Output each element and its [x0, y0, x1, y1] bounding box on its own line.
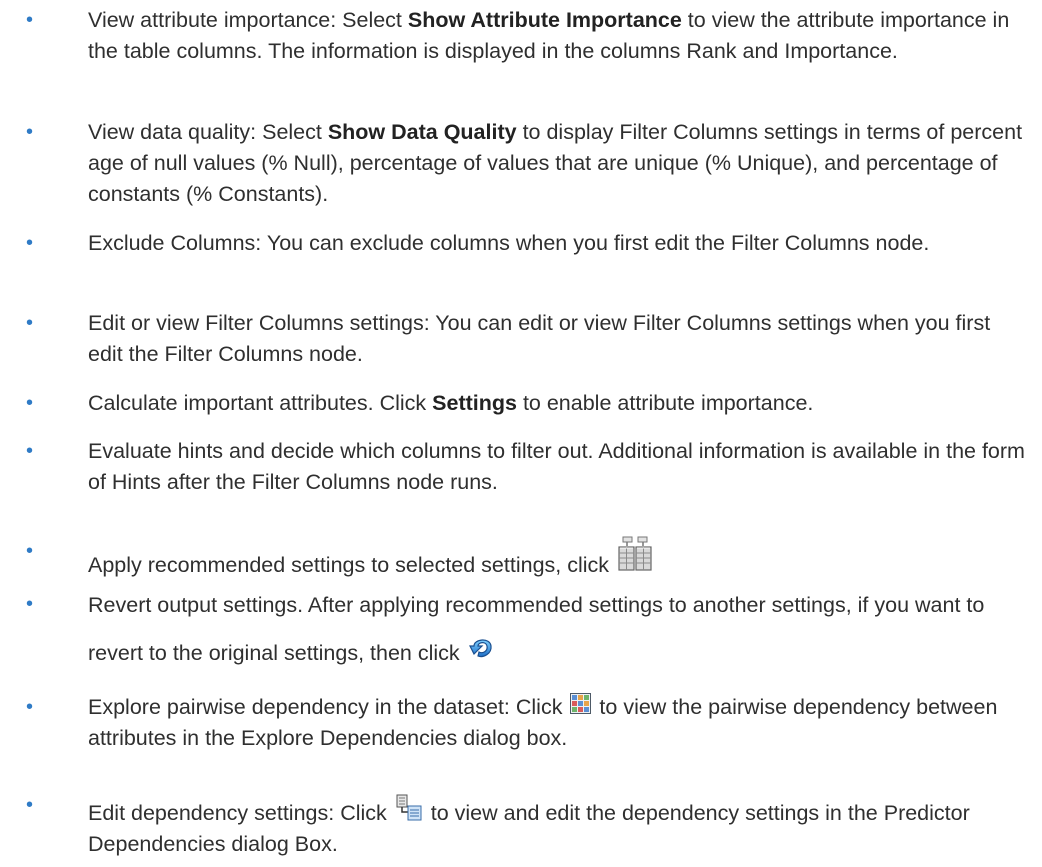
- bullet: •: [26, 794, 34, 816]
- bullet: •: [26, 696, 34, 718]
- bullet: •: [26, 121, 34, 143]
- bold-term: Show Data Quality: [327, 120, 517, 144]
- list-item-text: View data quality: Select Show Data Qual…: [88, 120, 1023, 206]
- list-item-text: Calculate important attributes. Click Se…: [88, 391, 814, 415]
- list-item-text: Explore pairwise dependency in the datas…: [88, 693, 998, 750]
- list-item-text: Edit dependency settings: Click to view …: [88, 790, 1028, 860]
- bullet: •: [26, 392, 34, 414]
- list-item-text: Apply recommended settings to selected s…: [88, 536, 1028, 581]
- list-item-text: Evaluate hints and decide which columns …: [88, 439, 1025, 494]
- document-body: • View attribute importance: Select Show…: [0, 0, 1042, 867]
- explore-dependencies-icon[interactable]: [570, 693, 592, 714]
- list-item-text: Edit or view Filter Columns settings: Yo…: [88, 311, 991, 366]
- edit-dependency-settings-icon[interactable]: [395, 794, 423, 824]
- bold-term: Show Attribute Importance: [407, 8, 682, 32]
- list-item-text: Revert output settings. After applying r…: [88, 593, 985, 665]
- bold-term: Settings: [432, 391, 517, 415]
- revert-settings-icon[interactable]: [468, 634, 496, 662]
- bullet: •: [26, 232, 34, 254]
- list-item-text: View attribute importance: Select Show A…: [88, 8, 1010, 63]
- bullet: •: [26, 9, 34, 31]
- bullet: •: [26, 440, 34, 462]
- bullet: •: [26, 540, 34, 562]
- bullet: •: [26, 593, 34, 615]
- list-item-text: Exclude Columns: You can exclude columns…: [88, 231, 930, 255]
- bullet: •: [26, 312, 34, 334]
- apply-recommended-settings-icon[interactable]: [617, 536, 653, 572]
